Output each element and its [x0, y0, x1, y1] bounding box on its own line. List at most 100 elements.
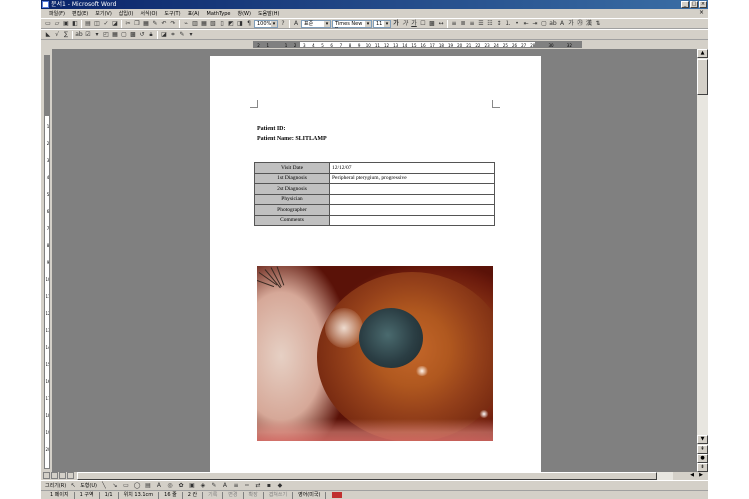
next-page-icon[interactable]: ⇟ [697, 463, 708, 472]
help-icon[interactable]: ? [279, 20, 287, 28]
menu-format[interactable]: 서식(O) [140, 10, 157, 17]
patient-id-line[interactable]: Patient ID: [257, 126, 286, 132]
equation-icon[interactable]: ∑ [62, 31, 70, 39]
open-folder-icon[interactable]: ▱ [53, 20, 61, 28]
align-center-icon[interactable]: ≣ [459, 20, 467, 28]
scroll-up-icon[interactable]: ▲ [697, 49, 708, 58]
table-label-cell[interactable]: Photographer [254, 204, 330, 216]
phonetic-guide-icon[interactable]: 가 [567, 20, 575, 28]
menu-tools[interactable]: 도구(T) [164, 10, 180, 17]
normal-view-icon[interactable] [43, 472, 50, 479]
scroll-right-icon[interactable]: ▶ [697, 472, 705, 479]
form-checkbox-icon[interactable]: ☑ [84, 31, 92, 39]
vertical-ruler[interactable]: 1 2 3 4 5 6 7 8 9 10 11 12 13 14 15 16 1… [41, 49, 52, 472]
status-rec[interactable]: 기록 [203, 491, 224, 499]
char-scale-icon[interactable]: ↔ [437, 20, 445, 28]
table-value-cell[interactable] [329, 204, 495, 216]
spelling-status-icon[interactable] [332, 492, 343, 498]
align-right-icon[interactable]: ≡ [468, 20, 476, 28]
autoshapes-button[interactable]: 도형(U) [80, 482, 97, 489]
protect-form-icon[interactable]: 🔒︎ [147, 31, 155, 39]
slit-lamp-eye-photo[interactable] [257, 266, 493, 441]
patient-name-line[interactable]: Patient Name: SLITLAMP [257, 136, 327, 142]
form-options-icon[interactable]: ◰ [102, 31, 110, 39]
insert-table-icon[interactable]: ▦ [200, 20, 208, 28]
zoom-select[interactable]: 100% [254, 19, 278, 28]
horizontal-scroll-thumb[interactable] [77, 472, 657, 480]
scroll-down-icon[interactable]: ▼ [697, 435, 708, 444]
menu-help[interactable]: 도움말(H) [258, 10, 279, 17]
save-icon[interactable]: ▣ [62, 20, 70, 28]
tools-icon[interactable]: ✎ [178, 31, 186, 39]
status-ovr[interactable]: 겹쳐쓰기 [264, 491, 294, 499]
fill-color-icon[interactable]: ◈ [199, 482, 207, 489]
mathtype-icon[interactable]: √ [53, 31, 61, 39]
print-layout-icon[interactable] [59, 472, 66, 479]
diagram-icon[interactable]: ◎ [166, 482, 174, 489]
scroll-left-icon[interactable]: ◀ [688, 472, 696, 479]
dash-style-icon[interactable]: ┅ [243, 482, 251, 489]
redo-icon[interactable]: ↷ [169, 20, 177, 28]
line-color-icon[interactable]: ✎ [210, 482, 218, 489]
picture-icon[interactable]: ◪ [160, 31, 168, 39]
table-value-cell[interactable] [329, 214, 495, 226]
form-table-icon[interactable]: ▦ [111, 31, 119, 39]
vertical-scrollbar[interactable]: ▲ ▼ ⇞ ● ⇟ [697, 49, 708, 472]
word-app-icon[interactable] [42, 1, 49, 8]
table-label-cell[interactable]: 2st Diagnosis [254, 183, 330, 195]
table-value-cell[interactable]: Peripheral pterygium, progressive [329, 172, 495, 184]
horizontal-scroll-track[interactable] [77, 472, 673, 480]
chart-icon[interactable]: ◣ [44, 31, 52, 39]
menu-table[interactable]: 표(A) [188, 10, 200, 17]
crop-icon[interactable]: ⌗ [169, 31, 177, 39]
wordart-icon[interactable]: A [155, 482, 163, 489]
print-preview-icon[interactable]: ◫ [93, 20, 101, 28]
browse-object-icon[interactable]: ● [697, 454, 708, 463]
select-objects-icon[interactable]: ↖ [69, 482, 77, 489]
line-style-icon[interactable]: ≡ [232, 482, 240, 489]
bullets-icon[interactable]: • [513, 20, 521, 28]
font-color-draw-icon[interactable]: A [221, 482, 229, 489]
draw-menu-button[interactable]: 그리기(R) [45, 482, 66, 489]
horizontal-scrollbar[interactable]: ◀ ▶ [41, 472, 708, 480]
arrow-style-icon[interactable]: ⇄ [254, 482, 262, 489]
decrease-indent-icon[interactable]: ⇤ [522, 20, 530, 28]
columns-icon[interactable]: ▯ [218, 20, 226, 28]
minimize-button[interactable]: _ [681, 1, 689, 8]
drawing-icon[interactable]: ◩ [227, 20, 235, 28]
char-shading-icon[interactable]: ▩ [428, 20, 436, 28]
cut-icon[interactable]: ✂ [124, 20, 132, 28]
enclose-chars-icon[interactable]: ㉮ [576, 20, 584, 28]
horizontal-ruler[interactable]: 2 1 1 2 3 4 5 6 7 8 9 10 11 12 13 14 15 … [253, 41, 582, 48]
reset-form-icon[interactable]: ↺ [138, 31, 146, 39]
menu-insert[interactable]: 삽입(I) [119, 10, 134, 17]
format-painter-icon[interactable]: ✎ [151, 20, 159, 28]
status-ext[interactable]: 확장 [244, 491, 264, 499]
menu-mathtype[interactable]: MathType [207, 11, 231, 17]
menu-edit[interactable]: 편집(E) [72, 10, 88, 17]
research-icon[interactable]: ◪ [111, 20, 119, 28]
oval-icon[interactable]: ◯ [133, 482, 141, 489]
new-document-icon[interactable]: ▭ [44, 20, 52, 28]
paste-icon[interactable]: ▦ [142, 20, 150, 28]
table-value-cell[interactable]: 12/12/07 [329, 162, 495, 174]
insert-excel-icon[interactable]: ▧ [209, 20, 217, 28]
table-value-cell[interactable] [329, 183, 495, 195]
numbering-icon[interactable]: ⒈ [504, 20, 512, 28]
menu-file[interactable]: 파일(F) [49, 10, 65, 17]
distributed-icon[interactable]: ☷ [486, 20, 494, 28]
vertical-text-icon[interactable]: ⇅ [594, 20, 602, 28]
styles-pane-icon[interactable]: A [292, 20, 300, 28]
char-border-icon[interactable]: ☐ [419, 20, 427, 28]
table-value-cell[interactable] [329, 193, 495, 205]
copy-icon[interactable]: ❐ [133, 20, 141, 28]
table-label-cell[interactable]: Visit Date [254, 162, 330, 174]
document-workspace[interactable]: Patient ID: Patient Name: SLITLAMP Visit… [52, 49, 697, 472]
document-map-icon[interactable]: ◨ [236, 20, 244, 28]
document-page[interactable]: Patient ID: Patient Name: SLITLAMP Visit… [210, 56, 541, 472]
undo-icon[interactable]: ↶ [160, 20, 168, 28]
table-label-cell[interactable]: Comments [254, 214, 330, 226]
table-label-cell[interactable]: Physician [254, 193, 330, 205]
3d-icon[interactable]: ◆ [276, 482, 284, 489]
style-select[interactable]: 표준 [301, 19, 331, 28]
